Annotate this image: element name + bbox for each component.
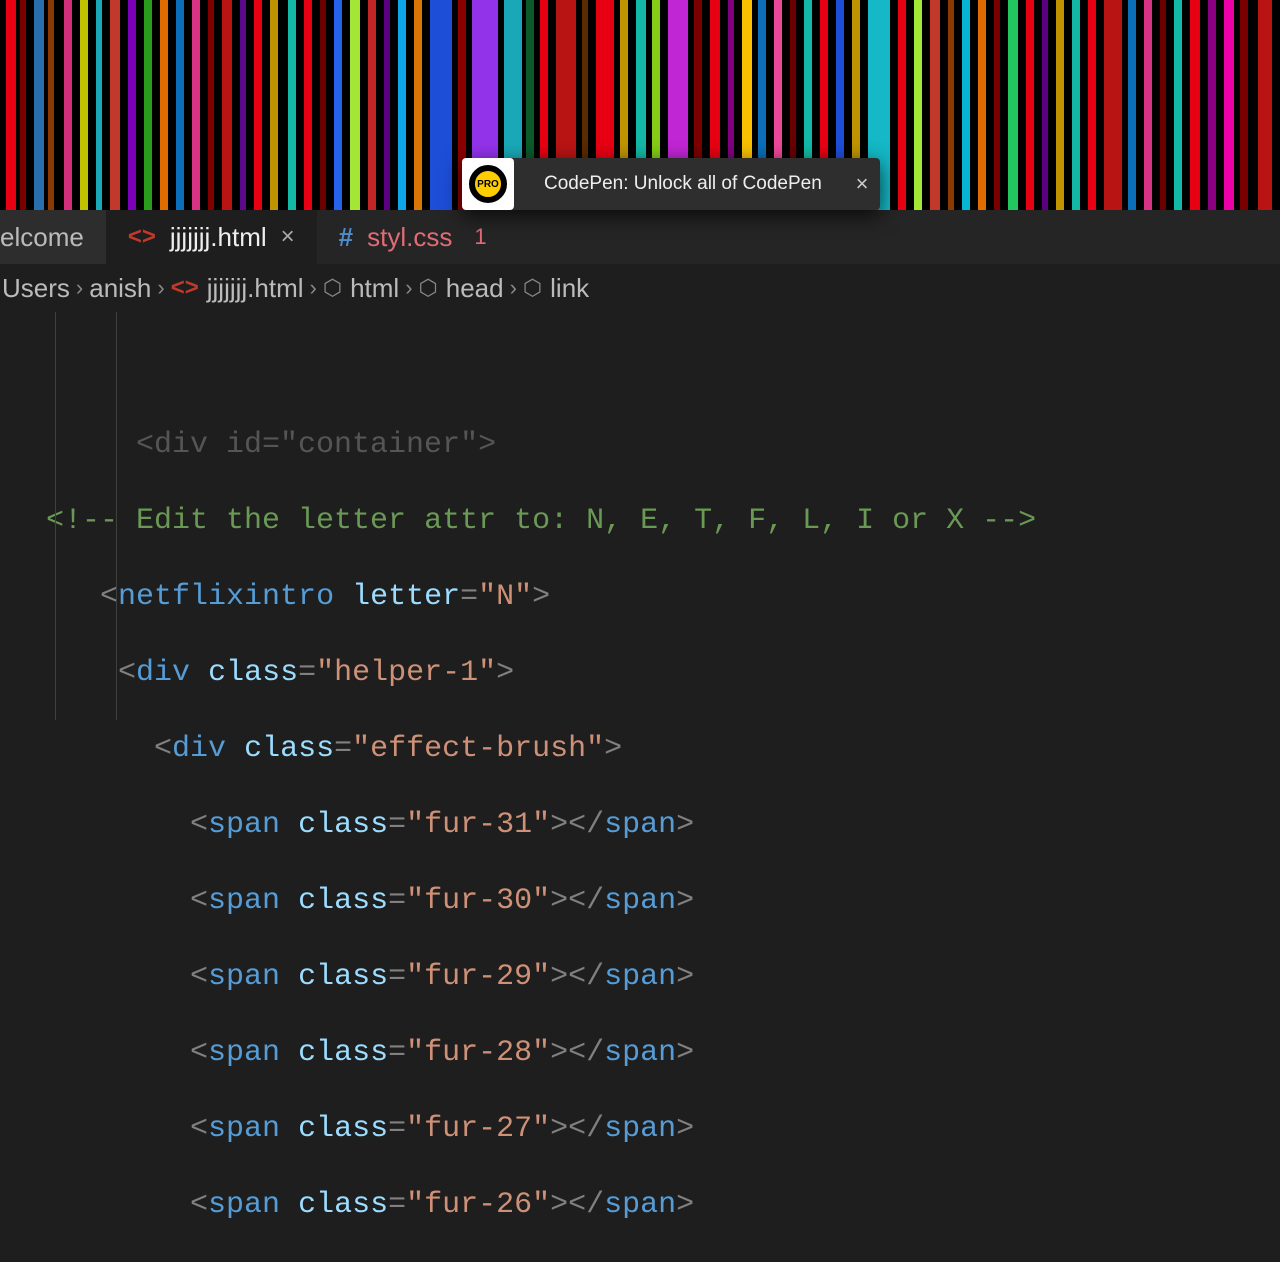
- tab-label: jjjjjjj.html: [170, 222, 267, 253]
- code-attr: class: [298, 960, 388, 994]
- breadcrumb-segment[interactable]: <> jjjjjjj.html: [171, 273, 304, 304]
- code-tag: span: [604, 1188, 676, 1222]
- chevron-right-icon: ›: [310, 275, 317, 301]
- chevron-right-icon: ›: [76, 275, 83, 301]
- code-attr: class: [298, 1188, 388, 1222]
- close-icon[interactable]: ×: [850, 172, 874, 196]
- code-attr: class: [298, 1036, 388, 1070]
- breadcrumb-segment[interactable]: ⬡ link: [523, 273, 589, 304]
- close-icon[interactable]: ×: [281, 223, 295, 251]
- code-editor[interactable]: <div id="container"> <!-- Edit the lette…: [0, 312, 1280, 720]
- code-attr: class: [208, 656, 298, 690]
- code-attr: class: [244, 732, 334, 766]
- code-tag: span: [208, 960, 280, 994]
- code-tag: span: [604, 960, 676, 994]
- tab-welcome[interactable]: elcome: [0, 210, 106, 264]
- code-tag: span: [208, 1036, 280, 1070]
- tab-css-file[interactable]: # styl.css 1: [317, 210, 523, 264]
- breadcrumb-label: link: [550, 273, 589, 304]
- symbol-icon: ⬡: [419, 275, 438, 301]
- pro-badge-text: PRO: [469, 165, 507, 203]
- code-tag: span: [208, 884, 280, 918]
- breadcrumb-segment[interactable]: ⬡ head: [419, 273, 504, 304]
- code-string: "fur-31": [406, 808, 550, 842]
- chevron-right-icon: ›: [510, 275, 517, 301]
- code-attr: class: [298, 808, 388, 842]
- code-string: "fur-29": [406, 960, 550, 994]
- code-tag: span: [604, 808, 676, 842]
- pro-badge-icon: PRO: [462, 158, 514, 210]
- symbol-icon: ⬡: [523, 275, 542, 301]
- code-tag: span: [604, 1036, 676, 1070]
- code-string: "effect-brush": [352, 732, 604, 766]
- code-string: "fur-28": [406, 1036, 550, 1070]
- notification-text: CodePen: Unlock all of CodePen: [514, 173, 850, 195]
- code-string: "fur-27": [406, 1112, 550, 1146]
- breadcrumb: Users › anish › <> jjjjjjj.html › ⬡ html…: [0, 264, 1280, 312]
- tab-bar: elcome <> jjjjjjj.html × # styl.css 1: [0, 210, 1280, 264]
- code-tag: div: [172, 732, 226, 766]
- hash-file-icon: #: [339, 222, 353, 253]
- code-attr: class: [298, 1112, 388, 1146]
- tab-label: styl.css: [367, 222, 452, 253]
- code-tag: div: [136, 656, 190, 690]
- code-tag: netflixintro: [118, 580, 334, 614]
- chevron-right-icon: ›: [157, 275, 164, 301]
- code-tag: span: [208, 808, 280, 842]
- code-string: "N": [478, 580, 532, 614]
- notification-toast[interactable]: PRO CodePen: Unlock all of CodePen ×: [462, 158, 880, 210]
- code-attr: letter: [352, 580, 460, 614]
- code-tag: span: [604, 1112, 676, 1146]
- code-text: Edit the letter attr to: N, E, T, F, L, …: [136, 504, 1036, 538]
- tab-html-file[interactable]: <> jjjjjjj.html ×: [106, 210, 317, 264]
- breadcrumb-segment[interactable]: anish: [89, 273, 151, 304]
- chevron-right-icon: ›: [405, 275, 412, 301]
- symbol-icon: ⬡: [323, 275, 342, 301]
- problems-count: 1: [474, 224, 500, 250]
- code-string: "fur-26": [406, 1188, 550, 1222]
- code-string: "helper-1": [316, 656, 496, 690]
- breadcrumb-label: head: [446, 273, 504, 304]
- code-string: "fur-30": [406, 884, 550, 918]
- code-attr: class: [298, 884, 388, 918]
- breadcrumb-label: jjjjjjj.html: [207, 273, 304, 304]
- code-file-icon: <>: [171, 274, 199, 302]
- code-tag: span: [604, 884, 676, 918]
- code-tag: span: [208, 1188, 280, 1222]
- tab-label: elcome: [0, 222, 84, 253]
- breadcrumb-segment[interactable]: ⬡ html: [323, 273, 399, 304]
- code-tag: span: [208, 1112, 280, 1146]
- breadcrumb-label: html: [350, 273, 399, 304]
- breadcrumb-segment[interactable]: Users: [2, 273, 70, 304]
- code-file-icon: <>: [128, 223, 156, 251]
- code-text: <!--: [46, 504, 136, 538]
